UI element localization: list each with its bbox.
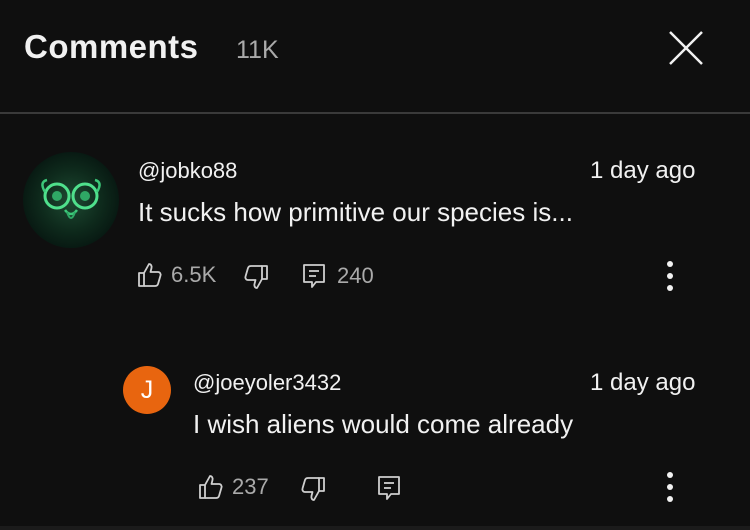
like-button[interactable]: 6.5K (137, 262, 216, 288)
reply-timestamp: 1 day ago (590, 369, 696, 396)
comments-count: 11K (236, 36, 279, 64)
comments-header: Comments 11K (0, 0, 750, 112)
reply-like-button[interactable]: 237 (198, 474, 269, 500)
like-count: 6.5K (171, 262, 217, 287)
comments-panel: Comments 11K @jobko88 1 day ago It sucks… (0, 0, 750, 530)
more-vertical-icon (660, 259, 680, 295)
thumbs-down-icon (300, 476, 326, 502)
close-button[interactable] (666, 28, 706, 68)
reply-text: I wish aliens would come already (193, 409, 574, 439)
reply-count: 240 (337, 263, 374, 288)
bottom-divider (0, 526, 750, 530)
reply-more-options-button[interactable] (660, 470, 680, 506)
alien-face-avatar-image (41, 178, 101, 219)
reply-comment-button[interactable] (376, 474, 402, 502)
comment-username[interactable]: @jobko88 (138, 158, 237, 184)
thumbs-up-icon (137, 262, 163, 288)
header-divider (0, 112, 750, 114)
reply-avatar[interactable]: J (123, 366, 171, 414)
thumbs-up-icon (198, 474, 224, 500)
reply-like-count: 237 (232, 474, 269, 499)
more-vertical-icon (660, 470, 680, 506)
comment-icon (376, 474, 402, 502)
comments-title: Comments (24, 28, 199, 65)
comment-text: It sucks how primitive our species is... (138, 197, 573, 227)
avatar[interactable] (23, 152, 119, 248)
reply-username[interactable]: @joeyoler3432 (193, 370, 341, 396)
comment-timestamp: 1 day ago (590, 157, 696, 184)
close-icon (666, 28, 706, 68)
replies-button[interactable]: 240 (301, 262, 374, 290)
reply-dislike-button[interactable] (300, 476, 326, 502)
comment-icon (301, 262, 327, 290)
more-options-button[interactable] (660, 259, 680, 295)
dislike-button[interactable] (243, 264, 269, 290)
thumbs-down-icon (243, 264, 269, 290)
